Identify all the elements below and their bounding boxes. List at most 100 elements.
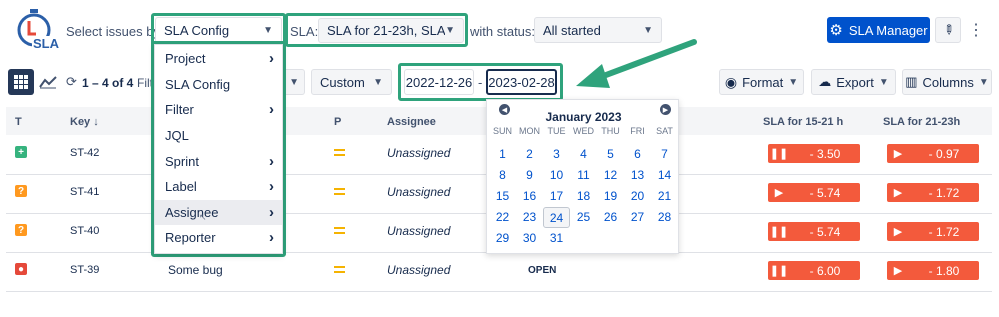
- pause-icon: ❚❚: [769, 148, 789, 160]
- date-from-input[interactable]: 2022-12-26: [404, 69, 474, 95]
- calendar-day[interactable]: 5: [597, 144, 624, 165]
- chevron-right-icon: ›: [269, 178, 274, 196]
- play-icon: ▶: [774, 187, 784, 199]
- sla-dropdown[interactable]: SLA for 21-23h, SLA f... ▼: [318, 18, 464, 43]
- menu-item-label: Sprint: [165, 153, 199, 169]
- priority-medium-icon: [334, 266, 345, 273]
- chevron-right-icon: ›: [269, 101, 274, 119]
- day-of-week-label: SUN: [492, 126, 512, 136]
- refresh-icon[interactable]: ⟳: [66, 74, 77, 90]
- day-grid: 1 2 3 4 5 6 7 8 9 10 11 12 13 14 15 16 17 18 19 20 21 22 23 24 2…: [489, 144, 678, 249]
- calendar-day[interactable]: 6: [624, 144, 651, 165]
- columns-icon: ▥: [905, 74, 918, 89]
- calendar-day[interactable]: 3: [543, 144, 570, 165]
- calendar-day[interactable]: 18: [570, 186, 597, 207]
- play-icon: ▶: [893, 226, 903, 238]
- status-lozenge: OPEN: [528, 265, 557, 276]
- priority-medium-icon: [334, 149, 345, 156]
- calendar-day[interactable]: 4: [570, 144, 597, 165]
- columns-button[interactable]: ▥ Columns ▼: [902, 69, 992, 95]
- grid-view-button[interactable]: [8, 69, 34, 95]
- chevron-right-icon: ›: [269, 203, 274, 221]
- calendar-day[interactable]: 2: [516, 144, 543, 165]
- menu-item-jql[interactable]: JQL: [155, 123, 282, 149]
- calendar-day[interactable]: 13: [624, 165, 651, 186]
- calendar-day[interactable]: 12: [597, 165, 624, 186]
- menu-item-reporter[interactable]: Reporter ›: [155, 225, 282, 251]
- issue-key[interactable]: ST-39: [70, 264, 99, 276]
- calendar-day[interactable]: 27: [624, 207, 651, 228]
- menu-item-filter[interactable]: Filter ›: [155, 97, 282, 123]
- export-label: Export: [836, 74, 874, 90]
- format-button[interactable]: ◉ Format ▼: [719, 69, 804, 95]
- menu-item-label: Label: [165, 179, 197, 195]
- calendar-day[interactable]: 28: [651, 207, 678, 228]
- calendar-day[interactable]: 20: [624, 186, 651, 207]
- select-issues-label: Select issues by:: [66, 24, 164, 39]
- select-issues-dropdown[interactable]: SLA Config ▼: [155, 17, 282, 43]
- menu-item-sprint[interactable]: Sprint ›: [155, 148, 282, 174]
- sla1-badge: ▶ - 5.74: [768, 183, 860, 202]
- day-of-week-label: MON: [519, 126, 540, 136]
- col-header-type[interactable]: T: [15, 116, 22, 128]
- calendar-day[interactable]: 7: [651, 144, 678, 165]
- calendar-day[interactable]: 26: [597, 207, 624, 228]
- month-title: January 2023: [545, 110, 622, 124]
- export-button[interactable]: ☁ Export ▼: [811, 69, 896, 95]
- menu-item-label: SLA Config: [165, 76, 231, 92]
- range-type-dropdown[interactable]: Custom ▼: [311, 69, 392, 95]
- calendar-day[interactable]: 9: [516, 165, 543, 186]
- priority-medium-icon: [334, 188, 345, 195]
- chevron-down-icon: ▼: [878, 76, 889, 88]
- calendar-day[interactable]: 21: [651, 186, 678, 207]
- issue-type-icon: ?: [15, 224, 27, 236]
- col-header-sla2[interactable]: SLA for 21-23h: [883, 116, 960, 128]
- calendar-day[interactable]: 10: [543, 165, 570, 186]
- assignee-value: Unassigned: [387, 263, 451, 277]
- calendar-day[interactable]: 23: [516, 207, 543, 228]
- chevron-down-icon: ▼: [788, 76, 799, 88]
- sla2-value: - 1.72: [928, 185, 960, 200]
- issue-type-icon: ●: [15, 263, 27, 275]
- calendar-day[interactable]: 29: [489, 228, 516, 249]
- calendar-day[interactable]: 8: [489, 165, 516, 186]
- calendar-day[interactable]: 16: [516, 186, 543, 207]
- pin-button[interactable]: ✎: [935, 17, 961, 43]
- calendar-day[interactable]: 30: [516, 228, 543, 249]
- next-month-button[interactable]: ▶: [660, 104, 671, 115]
- menu-item-assignee[interactable]: Assignee ›: [155, 199, 282, 226]
- sla-manager-button[interactable]: ⚙ SLA Manager: [827, 17, 930, 43]
- col-header-assignee[interactable]: Assignee: [387, 116, 436, 128]
- calendar-day[interactable]: 22: [489, 207, 516, 228]
- issue-key[interactable]: ST-42: [70, 147, 99, 159]
- calendar-day[interactable]: 14: [651, 165, 678, 186]
- chart-view-button[interactable]: [36, 69, 60, 95]
- date-to-input[interactable]: 2023-02-28: [486, 69, 557, 95]
- calendar-day[interactable]: 31: [543, 228, 570, 249]
- sla2-badge: ▶ - 1.72: [887, 222, 979, 241]
- range-selector-partial[interactable]: ▼: [283, 69, 305, 95]
- calendar-day[interactable]: 11: [570, 165, 597, 186]
- date-to-value: 2023-02-28: [488, 74, 555, 90]
- issue-key[interactable]: ST-40: [70, 225, 99, 237]
- day-of-week-label: TUE: [547, 126, 566, 136]
- calendar-day[interactable]: 25: [570, 207, 597, 228]
- range-type-value: Custom: [320, 74, 365, 90]
- calendar-day[interactable]: 1: [489, 144, 516, 165]
- issue-key[interactable]: ST-41: [70, 186, 99, 198]
- menu-item-project[interactable]: Project ›: [155, 46, 282, 72]
- calendar-day[interactable]: 19: [597, 186, 624, 207]
- more-menu-button[interactable]: ⋮: [966, 17, 986, 43]
- calendar-day[interactable]: 24: [543, 207, 570, 228]
- menu-item-sla-config[interactable]: SLA Config: [155, 72, 282, 98]
- menu-item-label[interactable]: Label ›: [155, 174, 282, 200]
- col-header-key[interactable]: Key ↓: [70, 116, 99, 128]
- sla1-badge: ❚❚ - 6.00: [768, 261, 860, 280]
- calendar-day[interactable]: 17: [543, 186, 570, 207]
- trend-chart-icon: [39, 76, 57, 89]
- col-header-sla1[interactable]: SLA for 15-21 h: [763, 116, 843, 128]
- play-icon: ▶: [893, 148, 903, 160]
- col-header-priority[interactable]: P: [334, 116, 341, 128]
- calendar-day[interactable]: 15: [489, 186, 516, 207]
- issue-summary[interactable]: Some bug: [168, 263, 223, 277]
